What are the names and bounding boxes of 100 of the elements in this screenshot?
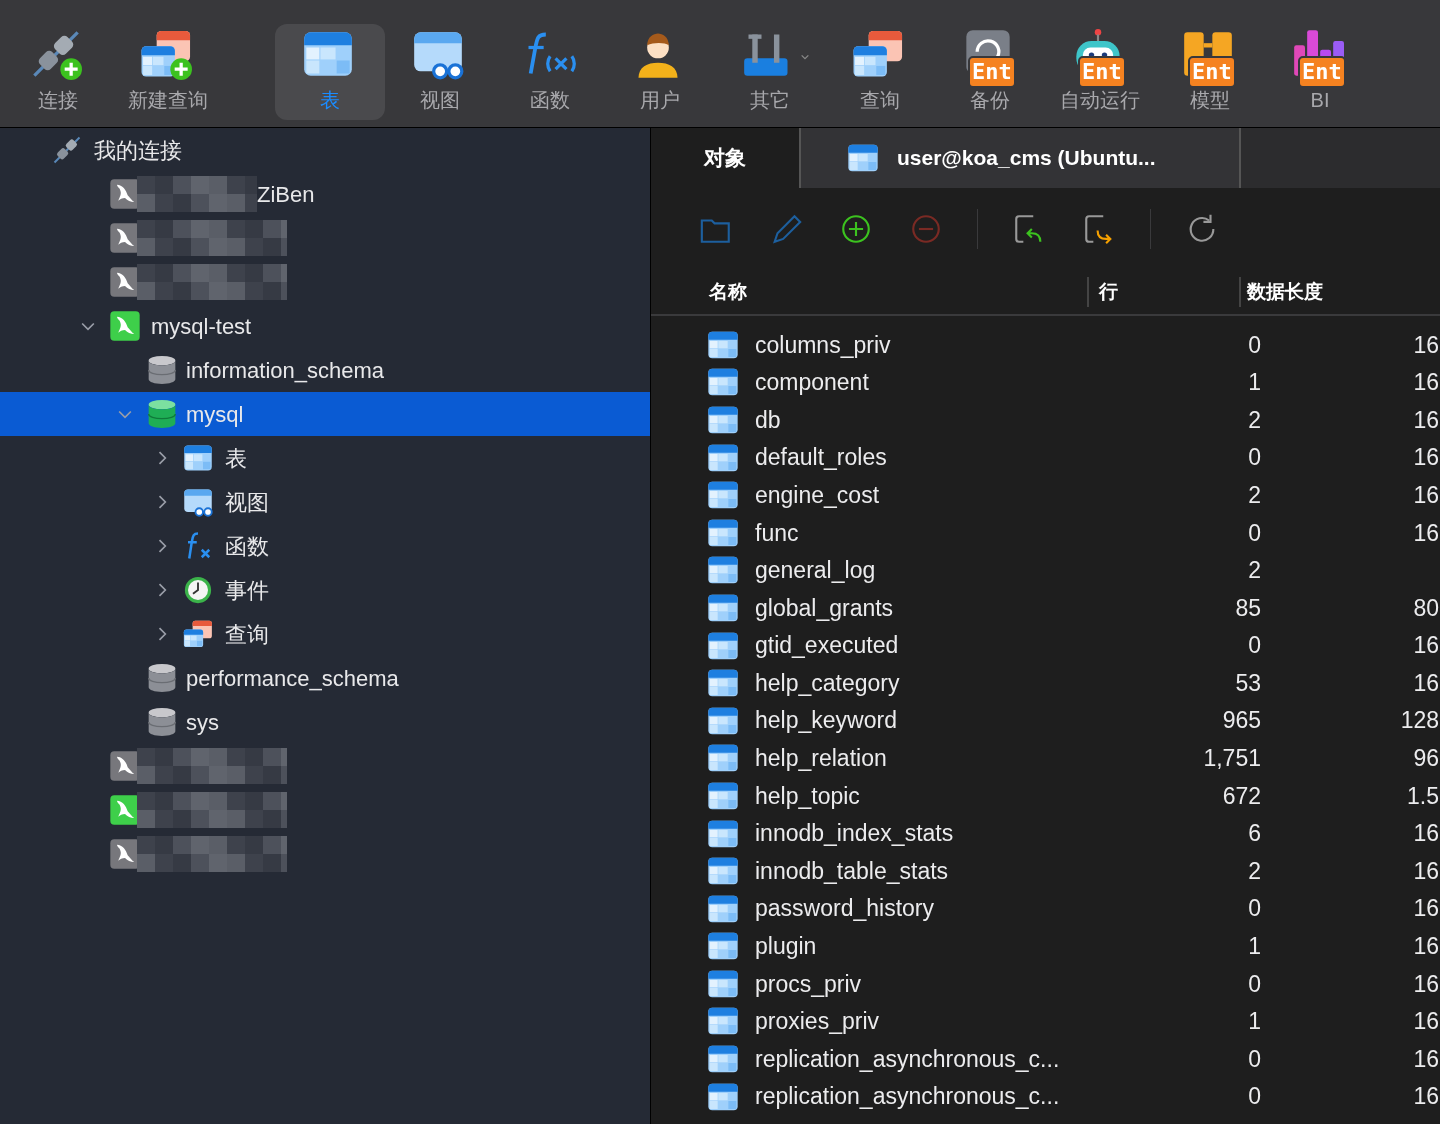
table-name[interactable]: procs_priv — [755, 966, 1155, 1002]
row-count: 0 — [1248, 330, 1261, 360]
ent-badge: Ent — [968, 56, 1016, 88]
data-length: 16 — [1413, 819, 1439, 849]
data-length: 16 — [1413, 631, 1439, 661]
query-icon — [183, 619, 215, 649]
toolbar-button[interactable]: 查询 — [825, 24, 935, 120]
data-length: 16 — [1413, 1007, 1439, 1037]
row-count: 0 — [1248, 631, 1261, 661]
table-name[interactable]: engine_cost — [755, 477, 1155, 513]
tree-item-label[interactable]: mysql-test — [151, 309, 252, 343]
row-count: 0 — [1248, 443, 1261, 473]
data-length: 96 — [1413, 744, 1439, 774]
data-length: 128 — [1400, 706, 1439, 736]
table-name[interactable]: plugin — [755, 929, 1155, 964]
table-name[interactable]: global_grants — [755, 590, 1155, 626]
toolbar-button[interactable]: Ent BI — [1265, 24, 1375, 120]
row-count: 1 — [1248, 368, 1261, 398]
toolbar-button[interactable]: 其它 — [715, 24, 825, 120]
toolbar-button[interactable]: Ent 模型 — [1155, 24, 1265, 120]
row-count: 672 — [1222, 781, 1261, 811]
data-length: 16 — [1413, 330, 1439, 360]
toolbar-button[interactable]: 函数 — [495, 24, 605, 120]
toolbar-button[interactable]: Ent 自动运行 — [1045, 24, 1155, 120]
data-length: 16 — [1413, 405, 1439, 435]
tree-item-label[interactable]: 查询 — [225, 617, 269, 651]
tree-item-label[interactable]: 视图 — [225, 485, 269, 519]
tree-item-label[interactable]: ZiBen — [257, 177, 315, 211]
toolbar-button[interactable]: 新建查询 — [113, 24, 223, 120]
table-name[interactable]: replication_asynchronous_c... — [755, 1079, 1155, 1114]
row-count: 2 — [1248, 856, 1261, 886]
table-name[interactable]: innodb_index_stats — [755, 816, 1155, 851]
data-length: 16 — [1413, 518, 1439, 548]
data-length: 16 — [1413, 856, 1439, 886]
row-count: 0 — [1248, 1082, 1261, 1112]
table-name[interactable]: general_log — [755, 553, 1155, 588]
row-count: 2 — [1248, 405, 1261, 435]
table-icon — [707, 404, 739, 436]
column-header[interactable]: 行 — [1087, 277, 1239, 307]
table-name[interactable]: help_relation — [755, 741, 1155, 776]
data-length: 16 — [1413, 668, 1439, 698]
row-count: 2 — [1248, 556, 1261, 586]
row-count: 0 — [1248, 518, 1261, 548]
tree-item-label[interactable]: 函数 — [225, 529, 269, 563]
row-count: 6 — [1248, 819, 1261, 849]
data-length: 16 — [1413, 894, 1439, 924]
table-name[interactable]: help_category — [755, 665, 1155, 701]
tree-item-label[interactable]: 事件 — [225, 573, 269, 607]
data-length: 1.5 — [1407, 781, 1439, 811]
data-length: 16 — [1413, 969, 1439, 999]
tree-item-label[interactable]: 表 — [225, 441, 247, 475]
tab[interactable]: user@koa_cms (Ubuntu... — [801, 128, 1241, 188]
table-name[interactable]: proxies_priv — [755, 1004, 1155, 1039]
data-length: 80 — [1413, 593, 1439, 623]
table-icon — [847, 142, 879, 174]
table-name[interactable]: component — [755, 365, 1155, 400]
row-count: 1 — [1248, 1007, 1261, 1037]
table-name[interactable]: db — [755, 402, 1155, 438]
ent-badge: Ent — [1298, 56, 1346, 88]
table-icon — [183, 443, 215, 473]
table-name[interactable]: default_roles — [755, 440, 1155, 475]
row-count: 0 — [1248, 894, 1261, 924]
tab[interactable]: 对象 — [651, 128, 801, 188]
data-length: 16 — [1413, 932, 1439, 962]
tree-item-label[interactable]: information_schema — [186, 353, 385, 387]
caret-icon — [800, 52, 810, 62]
ent-badge: Ent — [1188, 56, 1236, 88]
tree-item-label[interactable]: mysql — [186, 397, 244, 431]
row-count: 53 — [1235, 668, 1261, 698]
table-name[interactable]: func — [755, 515, 1155, 550]
toolbar-button[interactable]: 用户 — [605, 24, 715, 120]
view-icon — [183, 487, 215, 517]
table-name[interactable]: columns_priv — [755, 327, 1155, 363]
add-icon — [839, 212, 873, 246]
toolbar-button[interactable]: Ent 备份 — [935, 24, 1045, 120]
remove-icon — [909, 212, 943, 246]
table-name[interactable]: gtid_executed — [755, 628, 1155, 663]
table-name[interactable]: replication_asynchronous_c... — [755, 1041, 1155, 1077]
toolbar-button[interactable]: 视图 — [385, 24, 495, 120]
plug-icon — [52, 135, 82, 165]
column-header[interactable]: 数据长度 — [1239, 277, 1440, 307]
row-count: 0 — [1248, 1044, 1261, 1074]
column-header[interactable]: 名称 — [651, 277, 1087, 307]
table-name[interactable]: password_history — [755, 891, 1155, 926]
row-count: 965 — [1222, 706, 1261, 736]
row-count: 2 — [1248, 480, 1261, 510]
group-label: 我的连接 — [94, 136, 182, 165]
tree-item-label[interactable]: performance_schema — [186, 661, 399, 695]
row-count: 0 — [1248, 969, 1261, 999]
row-count: 1,751 — [1203, 744, 1261, 774]
data-length: 16 — [1413, 480, 1439, 510]
ent-badge: Ent — [1078, 56, 1126, 88]
table-name[interactable]: help_topic — [755, 778, 1155, 814]
table-name[interactable]: help_keyword — [755, 703, 1155, 738]
table-name[interactable]: innodb_table_stats — [755, 853, 1155, 889]
data-length: 16 — [1413, 368, 1439, 398]
data-length: 16 — [1413, 1044, 1439, 1074]
row-count: 85 — [1235, 593, 1261, 623]
tree-item-label[interactable]: sys — [186, 705, 219, 739]
toolbar-button[interactable]: 连接 — [3, 24, 113, 120]
